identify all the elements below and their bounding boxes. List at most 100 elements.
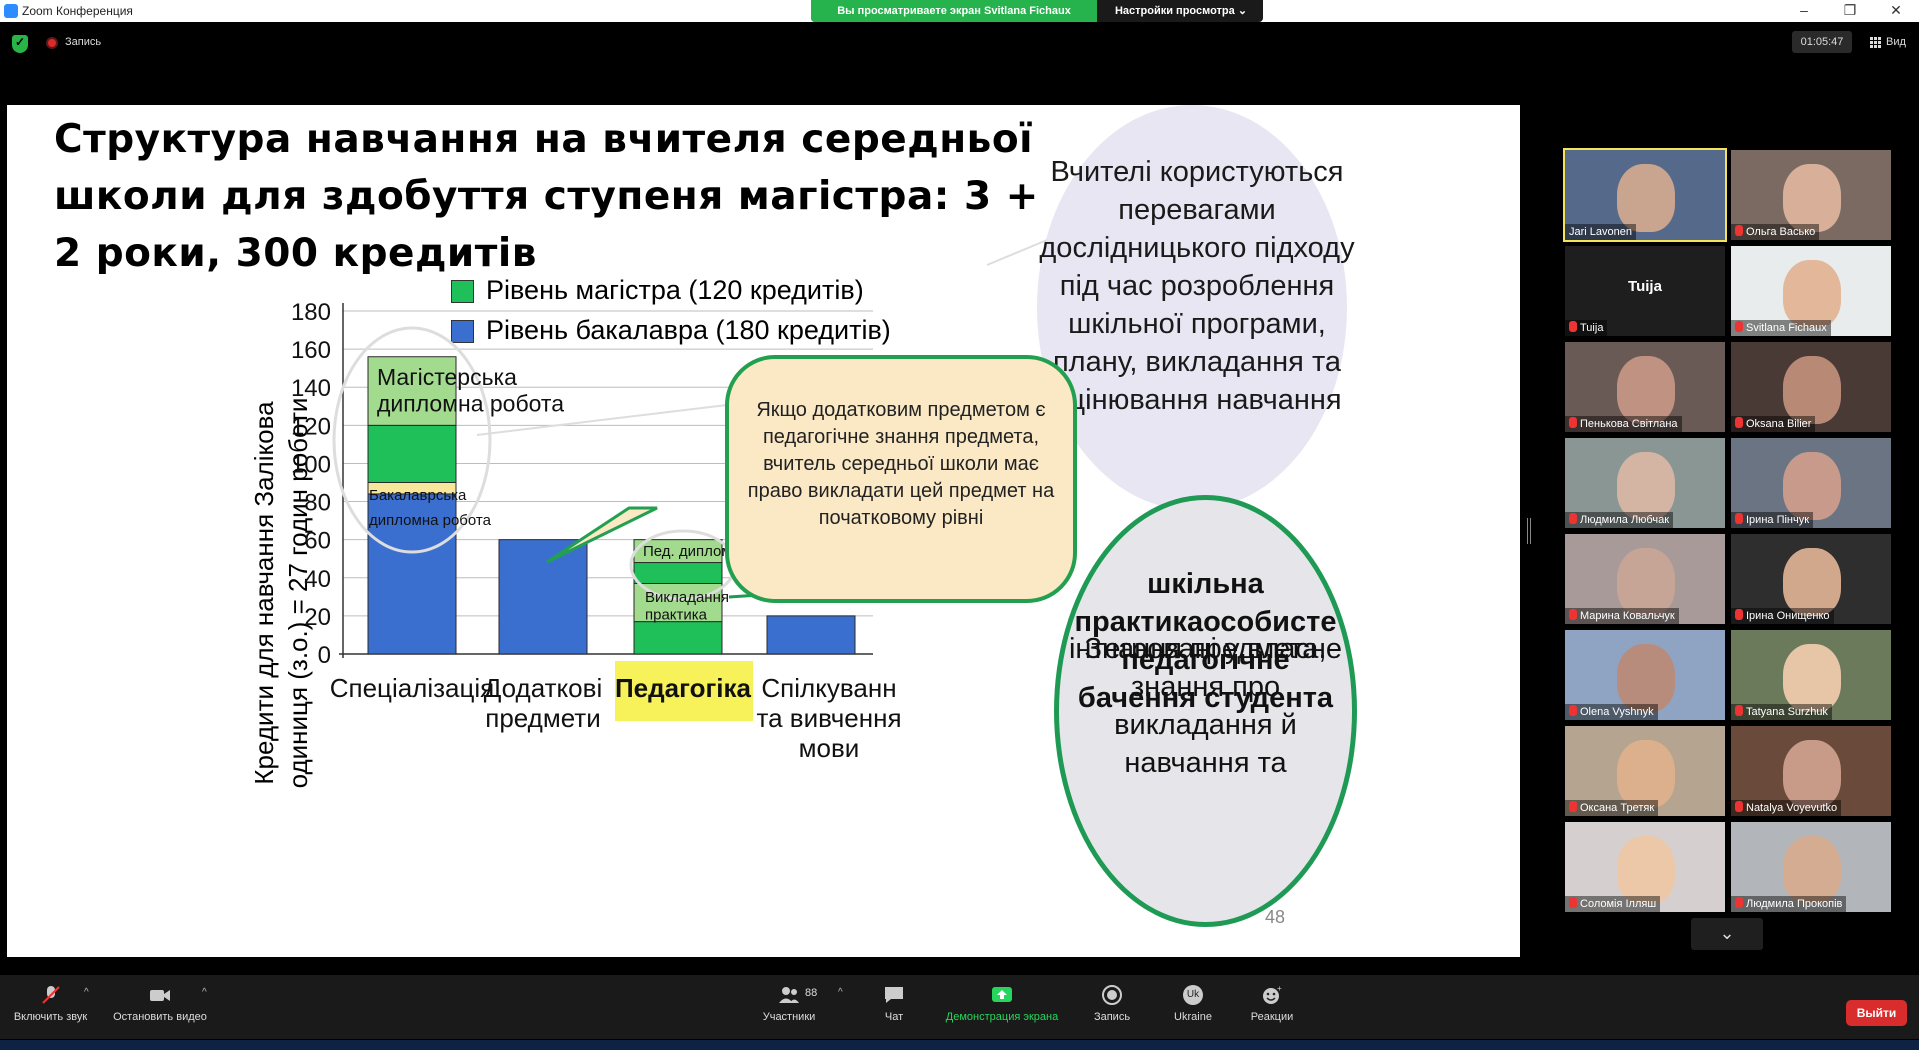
stop-video-label: Остановить видео <box>113 1011 207 1023</box>
integrated-knowledge-bubble: Знання предмета, знання про викладання й… <box>1054 495 1357 927</box>
y-tick-label: 120 <box>291 413 331 440</box>
y-tick-label: 0 <box>318 642 331 669</box>
chevron-down-icon[interactable]: ⌄ <box>1691 918 1763 950</box>
participant-name: Пенькова Світлана <box>1580 418 1678 430</box>
participant-tile[interactable]: Natalya Voyevutko <box>1731 726 1891 816</box>
share-screen-icon <box>992 987 1012 1002</box>
participants-button[interactable]: Участники <box>752 975 826 1039</box>
participant-name-bar: Ольга Васько <box>1731 224 1820 240</box>
os-taskbar <box>0 1040 1919 1050</box>
microphone-muted-icon <box>1735 897 1743 908</box>
participant-tile[interactable]: Olena Vyshnyk <box>1565 630 1725 720</box>
participant-tile[interactable]: Ольга Васько <box>1731 150 1891 240</box>
participant-tile[interactable]: Oksana Bilier <box>1731 342 1891 432</box>
close-button[interactable]: ✕ <box>1876 0 1916 22</box>
microphone-muted-icon <box>1735 225 1743 236</box>
video-options-caret[interactable]: ^ <box>202 987 207 998</box>
participants-label: Участники <box>762 1011 816 1023</box>
participant-name-bar: Oksana Bilier <box>1731 416 1816 432</box>
language-interpretation-button[interactable]: Uk Ukraine <box>1166 975 1220 1039</box>
unmute-button[interactable]: Включить звук <box>8 975 93 1039</box>
participant-tile[interactable]: Марина Ковальчук <box>1565 534 1725 624</box>
participant-tile[interactable]: Tatyana Surzhuk <box>1731 630 1891 720</box>
participant-name: Natalya Voyevutko <box>1746 802 1838 814</box>
maximize-button[interactable]: ❐ <box>1830 0 1870 22</box>
y-tick-label: 40 <box>304 566 331 593</box>
participant-face <box>1783 740 1841 808</box>
participant-tile[interactable]: Пенькова Світлана <box>1565 342 1725 432</box>
minimize-button[interactable]: – <box>1784 0 1824 22</box>
audio-options-caret[interactable]: ^ <box>84 987 89 998</box>
participant-name-bar: Людмила Прокопів <box>1731 896 1847 912</box>
security-shield-icon[interactable] <box>12 35 28 53</box>
participant-tile[interactable]: Соломія Ілляш <box>1565 822 1725 912</box>
participant-name: Людмила Любчак <box>1580 514 1670 526</box>
participant-name: Соломія Ілляш <box>1580 898 1657 910</box>
participant-name-bar: Tuija <box>1565 320 1608 336</box>
reactions-button[interactable]: + Реакции <box>1246 975 1298 1039</box>
participant-tile[interactable]: Jari Lavonen <box>1563 148 1727 242</box>
language-globe-icon: Uk <box>1183 985 1203 1005</box>
integrated-text-2: інтегровані у власне <box>1068 633 1343 665</box>
microphone-muted-icon <box>1569 513 1577 524</box>
participants-count: 88 <box>805 987 818 999</box>
bar-segment <box>633 621 723 655</box>
x-category-label: Спеціалізація <box>330 673 495 703</box>
zoom-app-icon <box>4 4 18 18</box>
reactions-label: Реакции <box>1250 1011 1294 1023</box>
participant-tile[interactable]: Svitlana Fichaux <box>1731 246 1891 336</box>
leave-meeting-button[interactable]: Выйти <box>1846 1000 1907 1026</box>
chart-annotation: Бакалаврська <box>369 487 467 504</box>
record-icon <box>1102 985 1122 1005</box>
microphone-muted-icon <box>1569 609 1577 620</box>
y-tick-label: 100 <box>291 451 331 478</box>
participant-tile[interactable]: Tuija Tuija <box>1565 246 1725 336</box>
gallery-resize-handle[interactable] <box>1527 518 1531 544</box>
participant-tile[interactable]: Ірина Онищенко <box>1731 534 1891 624</box>
chart-annotation: дипломна робота <box>369 512 492 529</box>
microphone-muted-icon <box>1735 321 1743 332</box>
participant-face <box>1783 836 1841 904</box>
share-screen-label: Демонстрация экрана <box>945 1011 1059 1023</box>
chat-label: Чат <box>884 1011 904 1023</box>
y-tick-label: 20 <box>304 604 331 631</box>
participant-tile[interactable]: Ірина Пінчук <box>1731 438 1891 528</box>
view-button[interactable]: Вид <box>1886 36 1906 48</box>
callout-connector <box>986 239 1048 266</box>
participant-face <box>1783 260 1841 328</box>
stop-video-button[interactable]: Остановить видео <box>108 975 212 1039</box>
y-tick-label: 140 <box>291 375 331 402</box>
participant-face <box>1617 836 1675 904</box>
participant-name-bar: Olena Vyshnyk <box>1565 704 1658 720</box>
participant-name: Ольга Васько <box>1746 226 1816 238</box>
participant-face <box>1617 164 1675 232</box>
participant-face <box>1617 548 1675 616</box>
smiley-icon: + <box>1263 985 1282 1004</box>
viewing-screen-label: Вы просматриваете экран Svitlana Fichaux <box>811 0 1097 22</box>
microphone-muted-icon <box>1569 417 1577 428</box>
y-tick-label: 60 <box>304 528 331 555</box>
y-tick-label: 160 <box>291 337 331 364</box>
share-screen-button[interactable]: Демонстрация экрана <box>938 975 1066 1039</box>
participants-options-caret[interactable]: ^ <box>838 987 843 998</box>
microphone-muted-icon <box>1735 513 1743 524</box>
participant-tile[interactable]: Людмила Любчак <box>1565 438 1725 528</box>
participant-name: Oksana Bilier <box>1746 418 1812 430</box>
meeting-timer: 01:05:47 <box>1792 31 1852 53</box>
participant-name-bar: Ірина Пінчук <box>1731 512 1814 528</box>
participant-tile[interactable]: Людмила Прокопів <box>1731 822 1891 912</box>
participant-name: Людмила Прокопів <box>1746 898 1843 910</box>
participant-tile[interactable]: Оксана Третяк <box>1565 726 1725 816</box>
bar-segment <box>498 539 588 655</box>
window-title: Zoom Конференция <box>22 4 133 18</box>
participants-icon <box>779 987 799 1003</box>
gallery-view-icon[interactable] <box>1870 37 1881 48</box>
microphone-muted-icon <box>1569 801 1577 812</box>
view-options-dropdown[interactable]: Настройки просмотра ⌄ <box>1101 0 1261 22</box>
participant-face <box>1783 452 1841 520</box>
chat-button[interactable]: Чат <box>874 975 914 1039</box>
participant-name: Svitlana Fichaux <box>1746 322 1827 334</box>
video-camera-icon <box>150 990 170 1001</box>
participant-name-bar: Tatyana Surzhuk <box>1731 704 1832 720</box>
record-button[interactable]: Запись <box>1086 975 1138 1039</box>
